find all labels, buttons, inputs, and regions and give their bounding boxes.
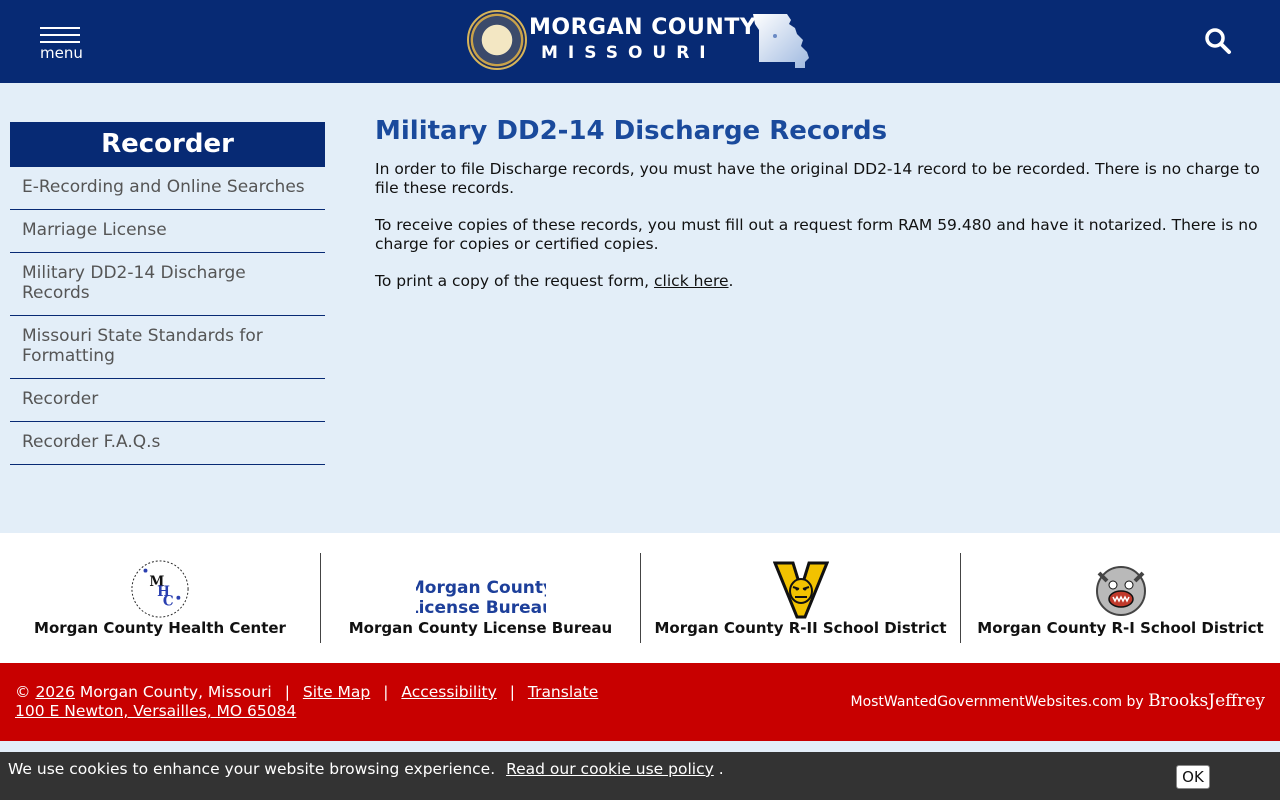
footer-info: © 2026 Morgan County, Missouri | Site Ma… [15, 683, 598, 721]
tiger-v-logo-icon [772, 561, 829, 619]
copyright-symbol: © [15, 683, 31, 701]
page-title: Military DD2-14 Discharge Records [375, 116, 888, 146]
footer-org: Morgan County, Missouri [74, 683, 272, 701]
partner-r2-school[interactable]: Morgan County R-II School District [640, 553, 960, 643]
cookie-banner: We use cookies to enhance your website b… [0, 752, 1280, 800]
paragraph-filing: In order to file Discharge records, you … [375, 160, 1260, 197]
cookie-message: We use cookies to enhance your website b… [8, 760, 724, 778]
site-map-link[interactable]: Site Map [303, 683, 370, 701]
health-center-logo-icon: M H C [131, 560, 189, 618]
print-suffix: . [728, 272, 734, 290]
search-icon[interactable] [1204, 27, 1232, 55]
svg-text:License Bureau: License Bureau [416, 598, 546, 618]
missouri-state-icon [753, 14, 809, 68]
site-logo[interactable]: MORGAN COUNTY MISSOURI [467, 10, 813, 70]
hamburger-icon-bar [40, 41, 80, 43]
svg-text:Morgan County: Morgan County [416, 578, 546, 598]
sidebar-nav: Recorder E-Recording and Online Searches… [10, 122, 325, 465]
separator: | [383, 683, 389, 701]
sidebar-item-military-discharge[interactable]: Military DD2-14 Discharge Records [10, 253, 325, 316]
separator: | [509, 683, 515, 701]
accessibility-link[interactable]: Accessibility [401, 683, 496, 701]
menu-label: menu [40, 44, 83, 62]
footer-credit[interactable]: MostWantedGovernmentWebsites.com by Broo… [850, 691, 1265, 711]
menu-button[interactable]: menu [40, 27, 83, 63]
credit-site: MostWantedGovernmentWebsites.com by [850, 694, 1149, 710]
translate-link[interactable]: Translate [528, 683, 598, 701]
site-footer: © 2026 Morgan County, Missouri | Site Ma… [0, 663, 1280, 741]
sidebar-item-marriage-license[interactable]: Marriage License [10, 210, 325, 253]
cookie-text: We use cookies to enhance your website b… [8, 760, 496, 778]
partner-name: Morgan County Health Center [34, 619, 286, 637]
logo-title: MORGAN COUNTY [529, 15, 757, 40]
svg-text:C: C [163, 593, 174, 609]
sidebar-item-e-recording[interactable]: E-Recording and Online Searches [10, 167, 325, 210]
license-bureau-logo-icon: Morgan County License Bureau [416, 578, 546, 618]
partner-health-center[interactable]: M H C Morgan County Health Center [0, 553, 320, 643]
cookie-policy-link[interactable]: Read our cookie use policy [506, 760, 714, 778]
partner-r1-school[interactable]: Morgan County R-I School District [960, 553, 1280, 643]
partner-license-bureau[interactable]: Morgan County License Bureau Morgan Coun… [320, 553, 640, 643]
sidebar-item-faqs[interactable]: Recorder F.A.Q.s [10, 422, 325, 465]
bulldog-logo-icon [1095, 566, 1146, 616]
sidebar-title: Recorder [10, 122, 325, 167]
year-link[interactable]: 2026 [35, 683, 74, 701]
partner-name: Morgan County R-II School District [654, 619, 947, 637]
partner-name: Morgan County License Bureau [348, 619, 613, 637]
hamburger-icon [40, 27, 80, 29]
hamburger-icon-bar [40, 34, 80, 36]
cookie-suffix: . [713, 760, 724, 778]
cookie-ok-button[interactable]: OK [1176, 765, 1210, 789]
partner-name: Morgan County R-I School District [977, 619, 1264, 637]
sidebar-item-state-standards[interactable]: Missouri State Standards for Formatting [10, 316, 325, 379]
site-header: menu MORGAN COUNTY MISSOURI [0, 0, 1280, 83]
paragraph-print: To print a copy of the request form, cli… [375, 272, 1265, 291]
credit-company: BrooksJeffrey [1148, 691, 1265, 711]
address-link[interactable]: 100 E Newton, Versailles, MO 65084 [15, 702, 296, 720]
main-content: Military DD2-14 Discharge Records In ord… [375, 114, 1265, 309]
separator: | [284, 683, 290, 701]
sidebar-item-recorder[interactable]: Recorder [10, 379, 325, 422]
logo-subtitle: MISSOURI [541, 43, 716, 63]
county-seal-icon [467, 10, 527, 70]
partner-links: M H C Morgan County Health Center Morgan… [0, 533, 1280, 663]
paragraph-copies: To receive copies of these records, you … [375, 216, 1258, 253]
print-text: To print a copy of the request form, [375, 272, 655, 290]
request-form-link[interactable]: click here [654, 272, 729, 290]
